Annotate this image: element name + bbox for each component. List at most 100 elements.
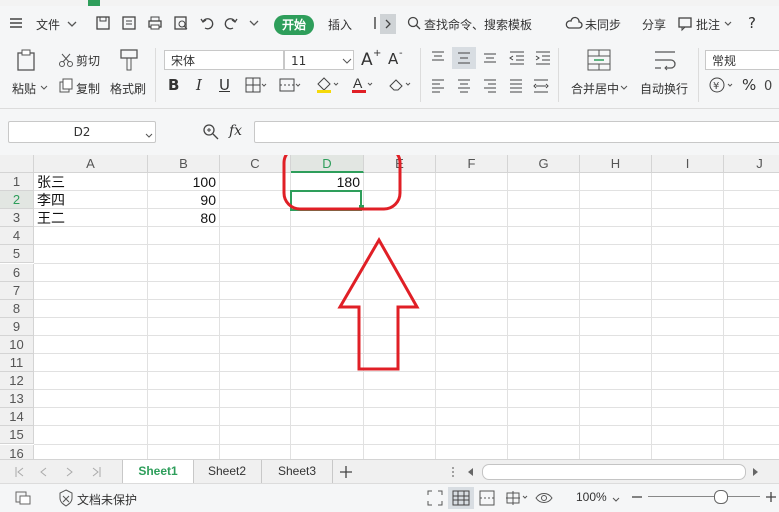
save-icon[interactable] [94, 14, 112, 32]
sheet-tab[interactable]: Sheet3 [262, 460, 333, 483]
paste-button[interactable]: 粘贴 [12, 80, 36, 97]
shrink-font-button[interactable]: A [388, 50, 398, 68]
sheet-tab[interactable]: Sheet2 [193, 460, 262, 483]
distribute-icon[interactable] [532, 78, 550, 97]
align-top-icon[interactable] [430, 50, 446, 69]
grow-plus-icon: + [373, 48, 382, 59]
currency-icon[interactable]: ¥ [708, 76, 736, 97]
format-painter-button[interactable]: 格式刷 [110, 80, 146, 97]
spreadsheet-grid[interactable]: A B C D E F G H I J 1 2 3 4 5 6 7 8 9 10 11 12 13 14 1… [0, 155, 779, 459]
macro-icon[interactable] [14, 490, 32, 509]
indent-increase-icon[interactable] [534, 50, 552, 69]
horizontal-scrollbar[interactable] [482, 464, 746, 480]
zoom-level[interactable]: 100% [576, 490, 607, 504]
svg-text:¥: ¥ [713, 81, 719, 92]
italic-button[interactable]: I [196, 76, 202, 94]
redo-icon[interactable] [222, 14, 240, 32]
shrink-minus-icon: - [399, 48, 403, 59]
name-box-chevron-icon[interactable] [145, 129, 153, 143]
paste-icon[interactable] [14, 48, 38, 75]
thousands-icon[interactable]: 0 [764, 76, 779, 97]
font-name-select[interactable]: 宋体 [164, 50, 284, 70]
name-box[interactable]: D2 [8, 121, 156, 143]
zoom-find-icon[interactable] [202, 123, 220, 144]
percent-button[interactable]: % [742, 76, 756, 94]
scroll-right-icon[interactable] [750, 466, 760, 481]
zoom-chevron-icon[interactable] [612, 493, 620, 507]
fx-button[interactable]: fx [229, 123, 242, 139]
help-button[interactable]: ? [748, 14, 756, 32]
first-sheet-icon[interactable] [14, 466, 26, 481]
align-left-icon[interactable] [430, 78, 446, 97]
merge-center-button[interactable]: 合并居中 [571, 80, 619, 97]
reading-mode-icon[interactable] [504, 489, 530, 510]
zoom-slider-track[interactable] [648, 496, 760, 497]
copy-icon[interactable] [58, 78, 74, 97]
zoom-in-icon[interactable] [764, 490, 778, 507]
fill-color-icon[interactable] [314, 74, 339, 97]
align-bottom-icon[interactable] [482, 50, 498, 69]
format-painter-icon[interactable] [118, 48, 140, 77]
merge-center-icon[interactable] [586, 48, 612, 75]
wrap-text-button[interactable]: 自动换行 [640, 80, 688, 97]
comment-chevron-icon[interactable] [724, 14, 742, 32]
tab-next-arrow-icon[interactable] [380, 14, 396, 34]
hamburger-icon[interactable] [8, 14, 26, 32]
export-icon[interactable] [120, 14, 138, 32]
cloud-sync-icon[interactable] [564, 14, 583, 32]
clear-format-icon[interactable] [386, 74, 412, 97]
comment-icon[interactable] [676, 14, 694, 32]
tab-split-handle-icon[interactable] [450, 466, 456, 481]
print-icon[interactable] [146, 14, 164, 32]
search-icon [406, 14, 424, 32]
paste-chevron-icon[interactable] [40, 80, 48, 97]
share-button[interactable]: 分享 [642, 16, 666, 33]
sheet-tab-active[interactable]: Sheet1 [122, 460, 194, 485]
indent-decrease-icon[interactable] [508, 50, 526, 69]
cut-button[interactable]: 剪切 [76, 52, 100, 69]
copy-button[interactable]: 复制 [76, 80, 100, 97]
add-sheet-icon[interactable] [338, 464, 354, 483]
align-middle-icon[interactable] [452, 47, 476, 69]
scroll-left-icon[interactable] [466, 466, 476, 481]
more-chevron-icon[interactable] [248, 14, 266, 32]
next-sheet-icon[interactable] [64, 466, 76, 481]
tab-insert[interactable]: 插入 [328, 16, 352, 33]
align-center-icon[interactable] [456, 78, 472, 97]
cell-style-icon[interactable] [278, 76, 301, 97]
normal-view-icon[interactable] [448, 487, 474, 509]
eye-protect-icon[interactable] [534, 489, 554, 510]
print-preview-icon[interactable] [172, 14, 190, 32]
page-break-view-icon[interactable] [478, 489, 496, 510]
align-right-icon[interactable] [482, 78, 498, 97]
highlight-rounded-rect [282, 155, 402, 211]
status-bar: 文档未保护 100% [0, 483, 779, 512]
borders-icon[interactable] [244, 76, 267, 97]
justify-icon[interactable] [508, 78, 524, 97]
zoom-out-icon[interactable] [630, 490, 644, 507]
comment-button[interactable]: 批注 [696, 16, 720, 33]
merge-chevron-icon[interactable] [620, 82, 628, 96]
bold-button[interactable]: B [168, 76, 179, 94]
undo-icon[interactable] [198, 14, 216, 32]
number-format-select[interactable]: 常规 [705, 50, 779, 70]
prev-sheet-icon[interactable] [38, 466, 50, 481]
zoom-slider-thumb[interactable] [714, 490, 728, 504]
scissors-icon[interactable] [58, 52, 74, 71]
sync-status[interactable]: 未同步 [585, 16, 621, 33]
last-sheet-icon[interactable] [90, 466, 102, 481]
doc-protect-status[interactable]: 文档未保护 [77, 491, 137, 508]
up-arrow-annotation [337, 236, 420, 371]
tab-start[interactable]: 开始 [274, 15, 314, 35]
file-menu[interactable]: 文件 [36, 16, 60, 33]
grow-font-button[interactable]: A [361, 50, 373, 70]
underline-button[interactable]: U [219, 76, 230, 94]
font-color-icon[interactable]: A [350, 74, 374, 97]
fullscreen-icon[interactable] [426, 489, 444, 510]
font-size-chevron-icon[interactable] [342, 55, 352, 69]
wrap-text-icon[interactable] [652, 48, 678, 75]
chevron-down-icon[interactable] [66, 14, 84, 32]
formula-input[interactable] [254, 121, 779, 143]
search-command-input[interactable]: 查找命令、搜索模板 [424, 16, 532, 33]
divider [698, 48, 699, 102]
